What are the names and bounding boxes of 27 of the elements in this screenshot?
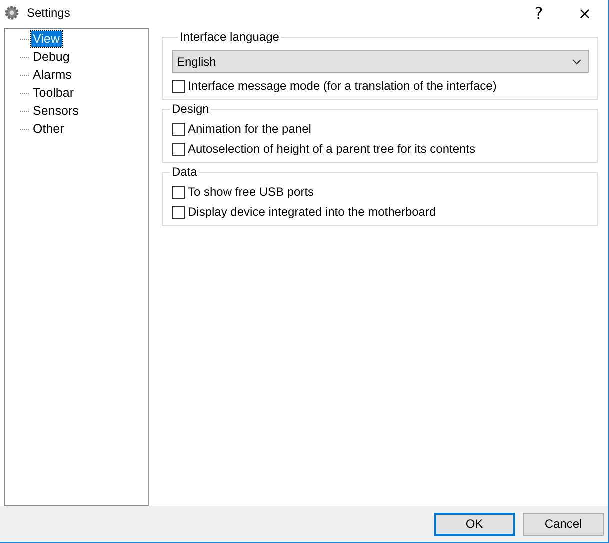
checkbox[interactable] <box>172 142 185 156</box>
chevron-down-icon <box>572 58 582 64</box>
group-title: Design <box>171 102 210 116</box>
language-dropdown[interactable]: English <box>172 50 589 73</box>
help-button[interactable]: ? <box>516 0 562 26</box>
dialog-button[interactable]: OK <box>434 512 515 536</box>
checkbox[interactable] <box>172 80 185 92</box>
checkbox-label: To show free USB ports <box>188 185 314 199</box>
checkbox[interactable] <box>172 186 185 198</box>
window-title: Settings <box>27 6 72 20</box>
checkbox-label: Animation for the panel <box>188 122 312 136</box>
checkbox[interactable] <box>172 122 185 136</box>
tree-item[interactable]: Debug <box>31 49 72 65</box>
tree-item[interactable]: Other <box>31 121 66 137</box>
group-title: Interface language <box>179 30 280 44</box>
tree-item[interactable]: View <box>31 31 62 47</box>
dialog-button[interactable]: Cancel <box>523 512 604 536</box>
tree-item[interactable]: Alarms <box>31 67 74 83</box>
close-button[interactable]: × <box>562 0 608 26</box>
group-title: Data <box>171 165 198 179</box>
tree-item[interactable]: Toolbar <box>31 85 76 101</box>
gear-icon <box>5 6 19 20</box>
checkbox[interactable] <box>172 206 185 218</box>
checkbox-label: Interface message mode (for a translation of the interface) <box>188 79 497 93</box>
checkbox-label: Display device integrated into the motherboard <box>188 205 436 219</box>
checkbox-label: Autoselection of height of a parent tree for its contents <box>188 142 476 156</box>
tree-item[interactable]: Sensors <box>31 103 81 119</box>
